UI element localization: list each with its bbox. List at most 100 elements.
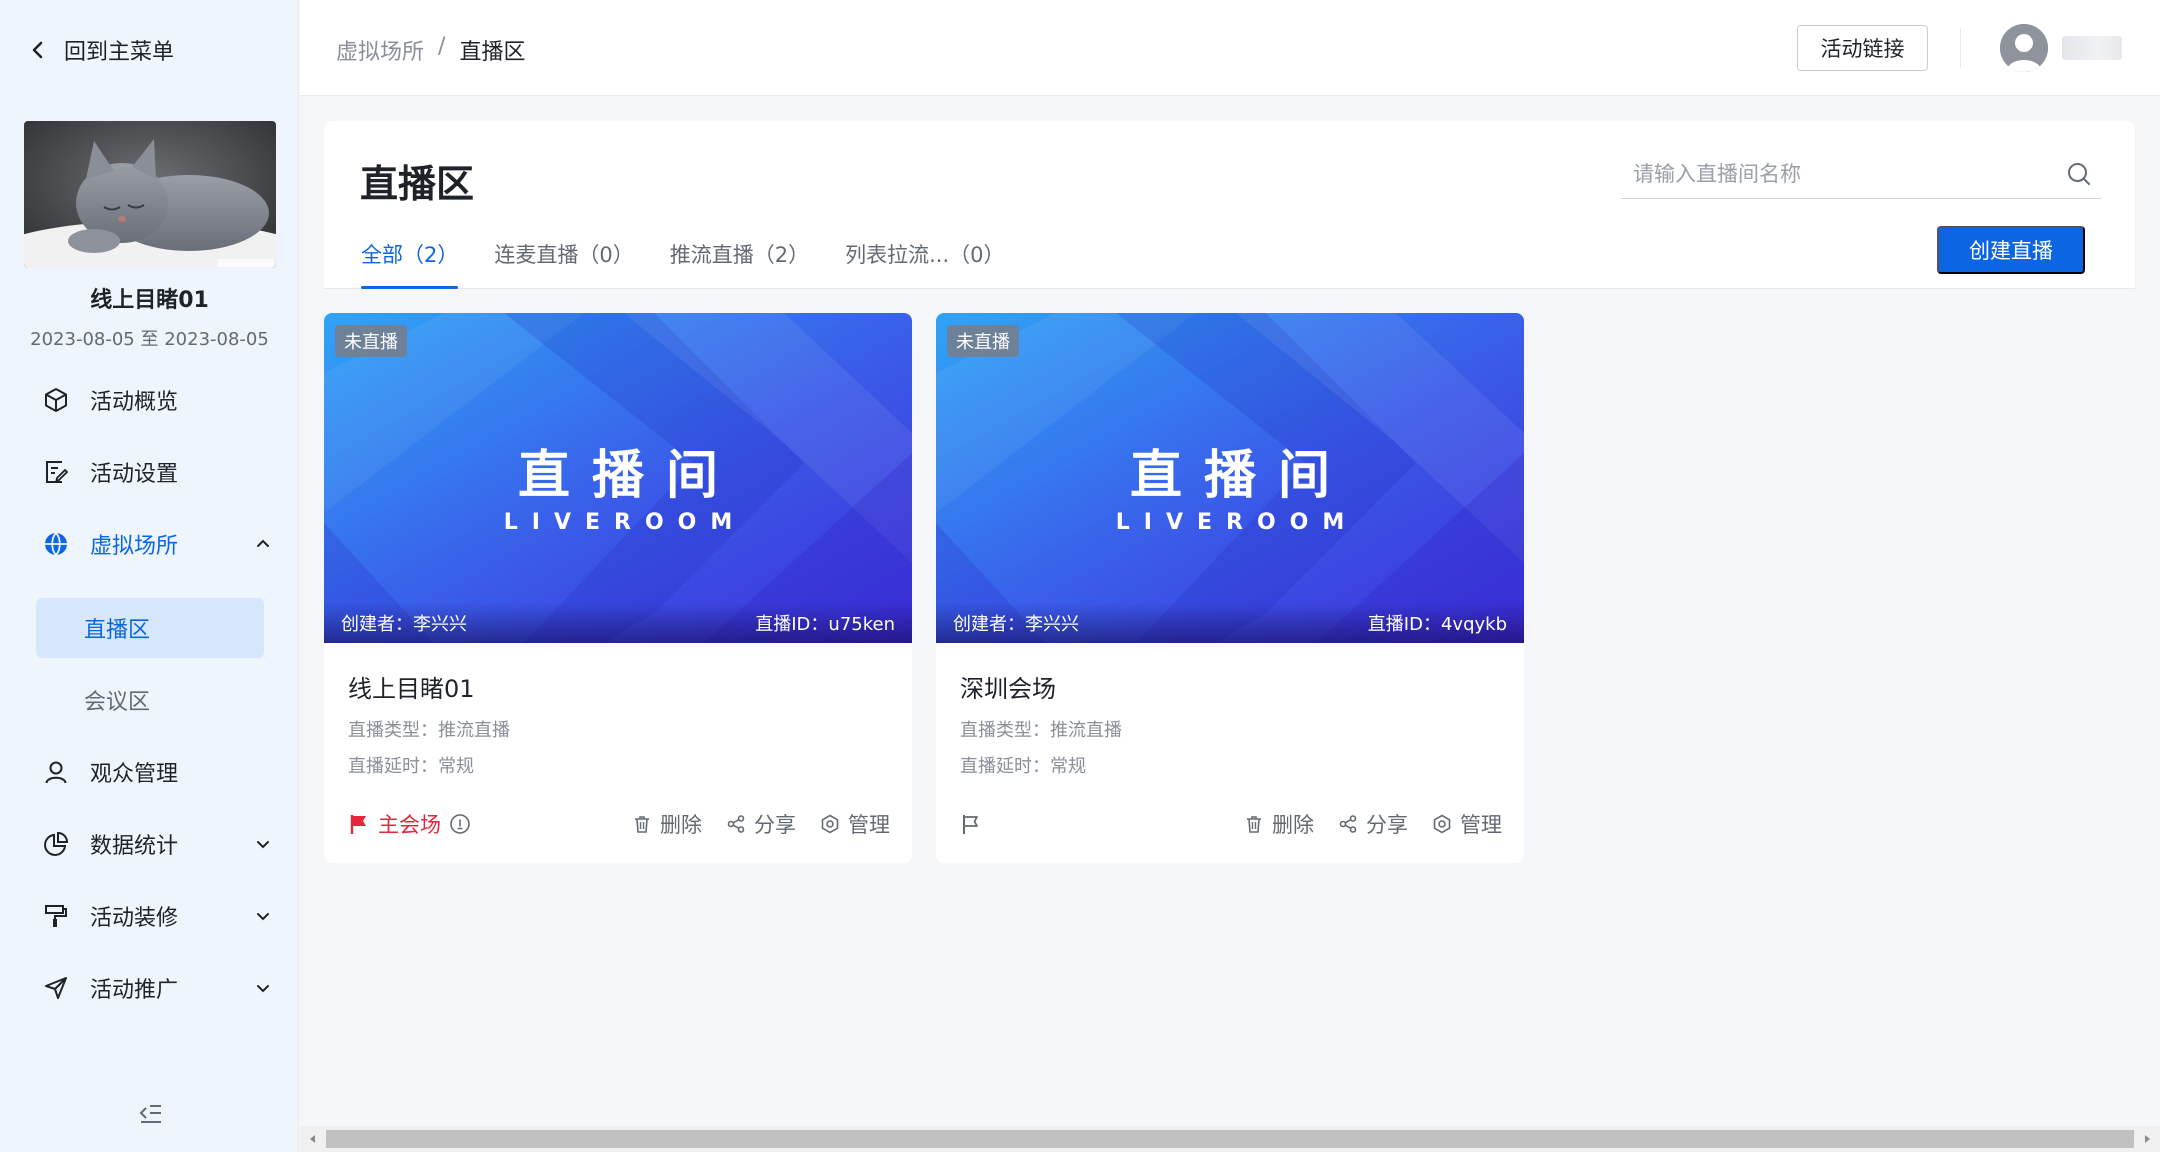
nav-label: 数据统计 (90, 834, 179, 859)
scroll-left-icon[interactable] (306, 1132, 320, 1146)
cover-title: 直播间 (517, 446, 740, 506)
creator-text: 创建者：李兴兴 (953, 614, 1079, 635)
cover-title: 直播间 (1129, 446, 1352, 506)
back-to-main-menu[interactable]: 回到主菜单 (28, 30, 174, 70)
cover-subtitle: LIVEROOM (503, 510, 747, 535)
share-icon (1339, 815, 1357, 833)
nav-item-decoration[interactable]: 活动装修 (42, 892, 272, 940)
main-venue-tag[interactable]: 主会场 (348, 808, 471, 840)
breadcrumb: 虚拟场所 / 直播区 (336, 34, 525, 66)
chevron-left-icon (32, 41, 43, 59)
event-cover-image (24, 121, 276, 268)
sidebar: 回到主菜单 线上目睹01 2023-08-05 至 2023-08-05 活动概… (0, 0, 299, 1152)
scrollbar-thumb[interactable] (326, 1130, 2134, 1148)
live-room-card[interactable]: 直播间 LIVEROOM 未直播 创建者：李兴兴 直播ID：u75ken 线上目… (324, 313, 912, 863)
trash-icon (635, 816, 649, 833)
share-label: 分享 (1366, 813, 1408, 837)
horizontal-scrollbar[interactable] (300, 1126, 2160, 1152)
search-icon[interactable] (2065, 160, 2093, 188)
live-room-name: 深圳会场 (960, 675, 1056, 703)
status-badge: 未直播 (335, 325, 407, 357)
cover-title-block: 直播间 LIVEROOM (324, 433, 912, 535)
avatar[interactable] (2000, 24, 2048, 72)
nav-item-virtual-venue[interactable]: 虚拟场所 (42, 520, 272, 568)
cover-info-bar: 创建者：李兴兴 直播ID：4vqykb (936, 603, 1524, 643)
nav-label: 活动概览 (90, 390, 179, 415)
edit-note-icon (42, 458, 70, 486)
flag-filled-icon (350, 815, 366, 834)
collapse-sidebar-icon[interactable] (136, 1100, 164, 1128)
cover-subtitle: LIVEROOM (1115, 510, 1359, 535)
header-divider (1960, 28, 1961, 68)
manage-button[interactable]: 管理 (820, 809, 890, 839)
nav-label: 观众管理 (90, 762, 179, 787)
card-actions: 删除 分享 管理 (1244, 808, 1502, 840)
pie-chart-icon (42, 830, 70, 858)
breadcrumb-separator: / (438, 34, 446, 59)
info-circle-icon[interactable] (449, 813, 471, 835)
live-room-card[interactable]: 直播间 LIVEROOM 未直播 创建者：李兴兴 直播ID：4vqykb 深圳会… (936, 313, 1524, 863)
live-room-name: 线上目睹01 (348, 675, 475, 703)
chevron-down-icon (257, 841, 269, 849)
chevron-down-icon (257, 985, 269, 993)
scroll-right-icon[interactable] (2140, 1132, 2154, 1146)
create-live-button[interactable]: 创建直播 (1937, 226, 2085, 274)
manage-label: 管理 (848, 813, 890, 837)
share-icon (727, 815, 745, 833)
chevron-down-icon (257, 913, 269, 921)
set-main-venue-flag-icon[interactable] (960, 813, 982, 835)
settings-hex-icon (1433, 814, 1451, 834)
live-latency-text: 直播延时：常规 (960, 756, 1086, 777)
live-latency-text: 直播延时：常规 (348, 756, 474, 777)
tab-all[interactable]: 全部（2） (361, 239, 459, 289)
creator-text: 创建者：李兴兴 (341, 614, 467, 635)
nav-item-statistics[interactable]: 数据统计 (42, 820, 272, 868)
page-title: 直播区 (360, 162, 475, 206)
share-button[interactable]: 分享 (726, 809, 796, 839)
nav-item-overview[interactable]: 活动概览 (42, 376, 272, 424)
user-icon (42, 758, 70, 786)
nav-item-promotion[interactable]: 活动推广 (42, 964, 272, 1012)
trash-icon (1247, 816, 1261, 833)
tab-push-stream-live[interactable]: 推流直播（2） (670, 239, 809, 289)
delete-button[interactable]: 删除 (1244, 809, 1314, 839)
send-icon (42, 974, 70, 1002)
status-badge: 未直播 (947, 325, 1019, 357)
nav-label: 活动推广 (90, 978, 179, 1003)
search-box (1621, 149, 2101, 199)
app-root: 回到主菜单 线上目睹01 2023-08-05 至 2023-08-05 活动概… (0, 0, 2160, 1152)
breadcrumb-parent[interactable]: 虚拟场所 (336, 34, 424, 66)
live-room-cover: 直播间 LIVEROOM 未直播 创建者：李兴兴 直播ID：u75ken (324, 313, 912, 643)
delete-label: 删除 (1272, 813, 1314, 837)
main-venue-label: 主会场 (378, 813, 441, 837)
event-link-button[interactable]: 活动链接 (1797, 25, 1928, 71)
live-type-tabs: 全部（2） 连麦直播（0） 推流直播（2） 列表拉流...（0） (361, 239, 1041, 289)
sub-item-meeting-area[interactable]: 会议区 (36, 670, 264, 730)
chevron-up-icon (257, 539, 269, 547)
delete-label: 删除 (660, 813, 702, 837)
breadcrumb-current: 直播区 (459, 40, 526, 65)
nav-label: 活动装修 (90, 906, 179, 931)
live-type-text: 直播类型：推流直播 (960, 720, 1122, 741)
user-name-blurred[interactable] (2062, 36, 2122, 60)
live-id-text: 直播ID：4vqykb (1367, 614, 1507, 635)
cover-info-bar: 创建者：李兴兴 直播ID：u75ken (324, 603, 912, 643)
event-name: 线上目睹01 (90, 288, 209, 313)
delete-button[interactable]: 删除 (632, 809, 702, 839)
nav-label: 活动设置 (90, 462, 179, 487)
cover-title-block: 直播间 LIVEROOM (936, 433, 1524, 535)
tab-co-host-live[interactable]: 连麦直播（0） (494, 239, 633, 289)
manage-button[interactable]: 管理 (1432, 809, 1502, 839)
card-actions: 删除 分享 管理 (632, 808, 890, 840)
share-label: 分享 (754, 813, 796, 837)
sub-item-live-area[interactable]: 直播区 (36, 598, 264, 658)
nav-item-settings[interactable]: 活动设置 (42, 448, 272, 496)
manage-label: 管理 (1460, 813, 1502, 837)
tab-list-pull-stream[interactable]: 列表拉流...（0） (845, 239, 1004, 289)
live-id-text: 直播ID：u75ken (755, 614, 895, 635)
live-room-cover: 直播间 LIVEROOM 未直播 创建者：李兴兴 直播ID：4vqykb (936, 313, 1524, 643)
search-input[interactable] (1621, 161, 2065, 186)
nav-item-audience[interactable]: 观众管理 (42, 748, 272, 796)
share-button[interactable]: 分享 (1338, 809, 1408, 839)
settings-hex-icon (821, 814, 839, 834)
